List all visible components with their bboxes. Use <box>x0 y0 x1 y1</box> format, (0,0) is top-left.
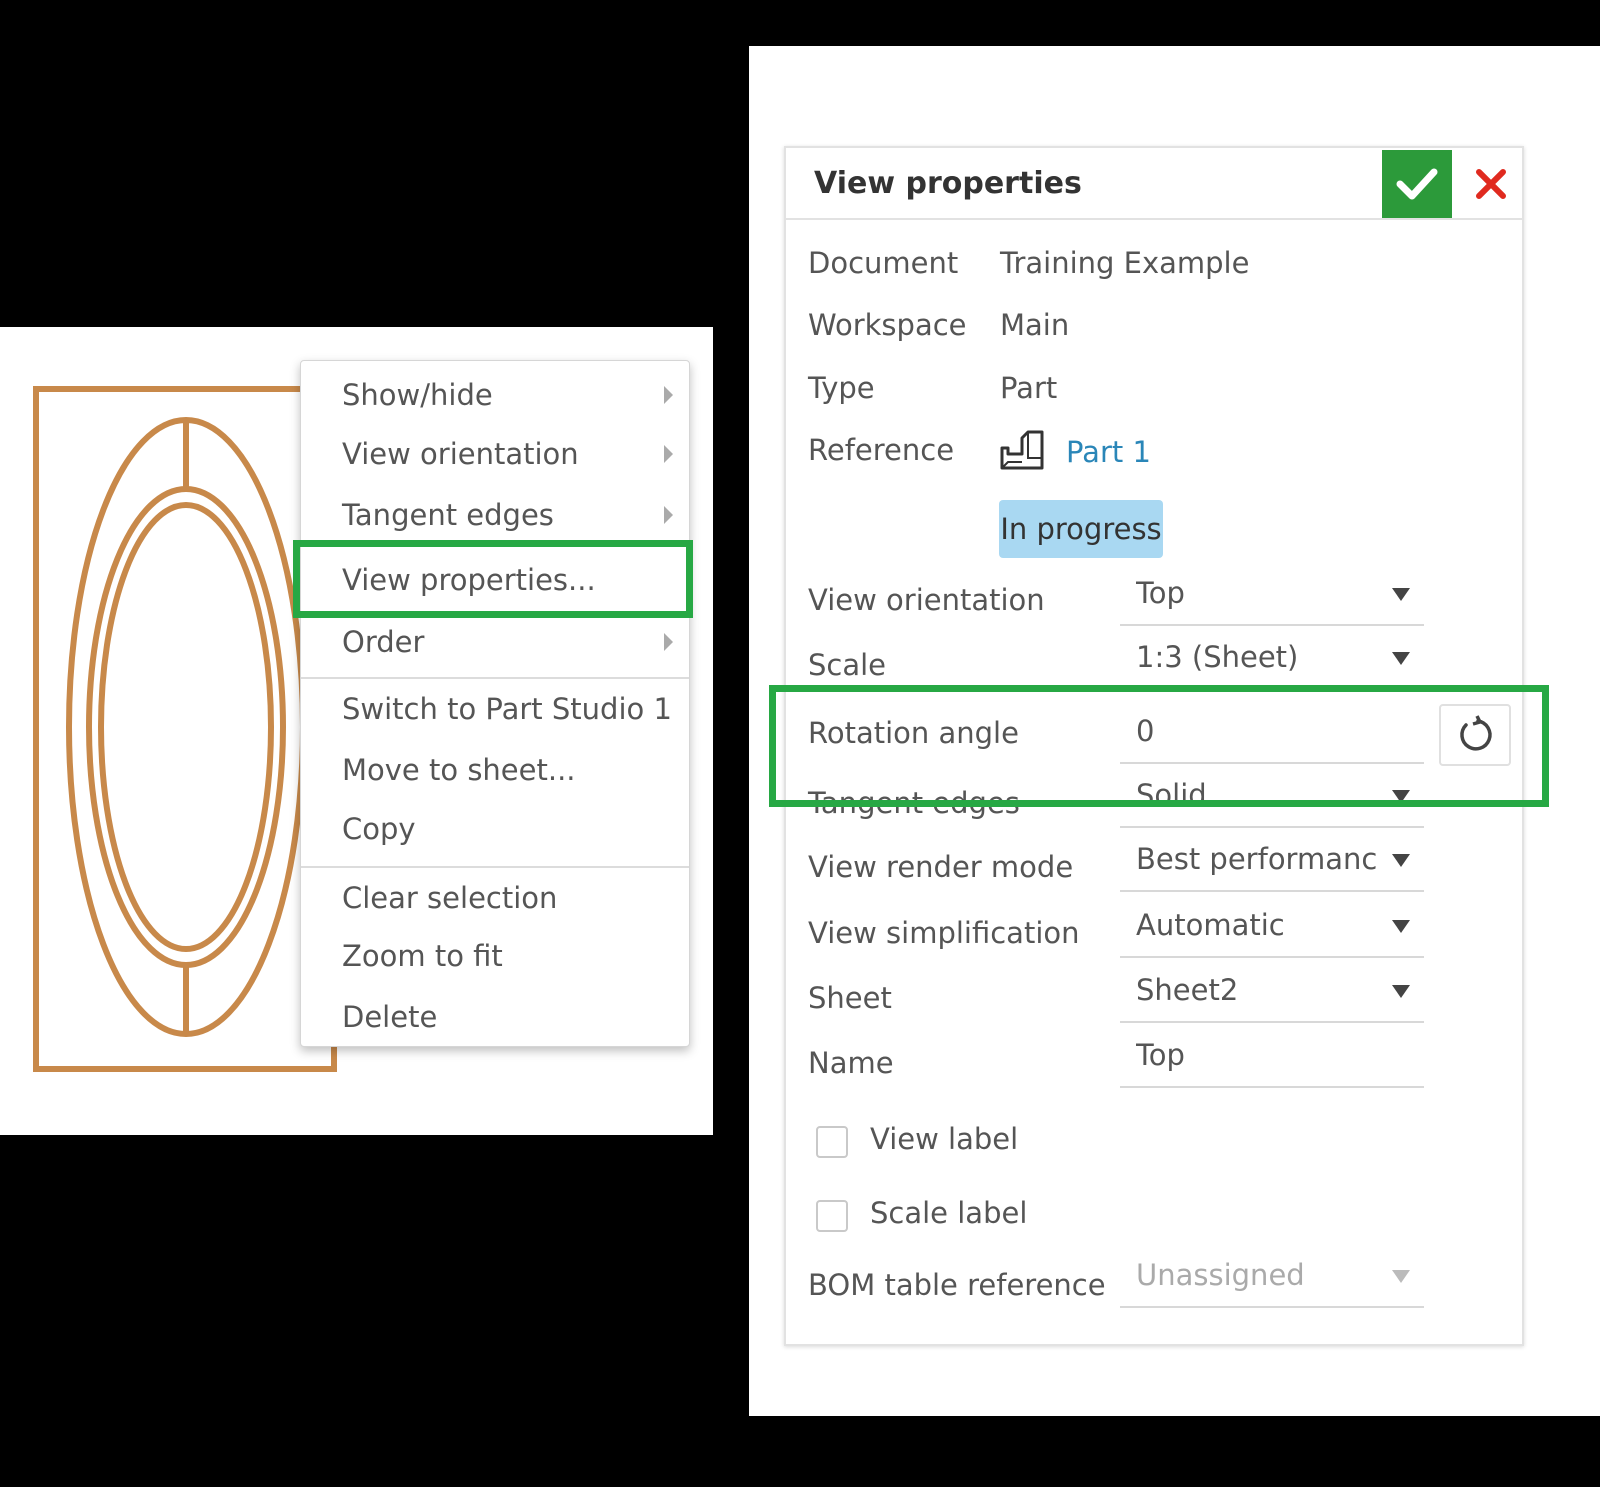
chevron-down-icon <box>1392 588 1410 601</box>
view-render-mode-value: Best performanc <box>1136 842 1376 876</box>
cancel-button[interactable] <box>1466 154 1516 214</box>
view-simplification-value: Automatic <box>1136 908 1285 942</box>
dialog-title: View properties <box>814 166 1082 201</box>
menu-item-zoom-to-fit[interactable]: Zoom to fit <box>301 928 689 984</box>
menu-item-label: Tangent edges <box>342 498 554 532</box>
confirm-button[interactable] <box>1382 150 1452 218</box>
status-badge: In progress <box>999 500 1163 558</box>
menu-item-label: Switch to Part Studio 1 <box>342 692 672 726</box>
scale-label: Scale <box>808 648 887 682</box>
bom-table-reference-dropdown[interactable]: Unassigned <box>1120 1248 1424 1308</box>
sheet-value: Sheet2 <box>1136 973 1239 1007</box>
chevron-right-icon <box>664 633 673 651</box>
rotation-angle-highlight-box <box>769 685 1549 807</box>
menu-item-label: Show/hide <box>342 378 493 412</box>
menu-item-label: View orientation <box>342 437 579 471</box>
chevron-down-icon <box>1392 1270 1410 1283</box>
menu-item-switch-to-part-studio[interactable]: Switch to Part Studio 1 <box>301 681 689 737</box>
menu-item-label: Zoom to fit <box>342 939 503 973</box>
menu-divider <box>301 866 689 868</box>
menu-item-move-to-sheet[interactable]: Move to sheet... <box>301 742 689 798</box>
view-orientation-dropdown[interactable]: Top <box>1120 566 1424 626</box>
dialog-header: View properties <box>786 148 1522 220</box>
close-icon <box>1476 169 1506 199</box>
view-render-mode-label: View render mode <box>808 850 1074 884</box>
document-label: Document <box>808 246 959 280</box>
menu-item-copy[interactable]: Copy <box>301 801 689 857</box>
chevron-down-icon <box>1392 985 1410 998</box>
reference-part-link[interactable]: Part 1 <box>1066 435 1151 469</box>
outer-profile <box>66 417 306 1037</box>
sheet-label: Sheet <box>808 981 892 1015</box>
chevron-right-icon <box>664 445 673 463</box>
menu-item-view-orientation[interactable]: View orientation <box>301 426 689 482</box>
reference-label: Reference <box>808 433 955 467</box>
inner-profile-inner <box>98 502 274 952</box>
document-value: Training Example <box>1000 246 1250 280</box>
menu-item-show-hide[interactable]: Show/hide <box>301 367 689 423</box>
check-icon <box>1396 168 1438 200</box>
name-label: Name <box>808 1046 894 1080</box>
menu-item-label: Copy <box>342 812 416 846</box>
scale-label-checkbox-label: Scale label <box>870 1196 1028 1230</box>
view-label-checkbox-label: View label <box>870 1122 1019 1156</box>
view-orientation-value: Top <box>1136 576 1185 610</box>
scale-label-checkbox[interactable] <box>816 1200 848 1232</box>
view-properties-highlight-box <box>293 540 693 618</box>
part-icon <box>1000 430 1044 470</box>
menu-item-label: Order <box>342 625 425 659</box>
menu-item-clear-selection[interactable]: Clear selection <box>301 870 689 926</box>
menu-item-order[interactable]: Order <box>301 614 689 670</box>
view-simplification-label: View simplification <box>808 916 1080 950</box>
chevron-down-icon <box>1392 652 1410 665</box>
view-orientation-label: View orientation <box>808 583 1045 617</box>
chevron-down-icon <box>1392 920 1410 933</box>
chevron-right-icon <box>664 386 673 404</box>
menu-item-tangent-edges[interactable]: Tangent edges <box>301 487 689 543</box>
menu-item-label: Move to sheet... <box>342 753 576 787</box>
chevron-right-icon <box>664 506 673 524</box>
view-simplification-dropdown[interactable]: Automatic <box>1120 898 1424 958</box>
type-label: Type <box>808 371 875 405</box>
view-render-mode-dropdown[interactable]: Best performanc <box>1120 832 1424 892</box>
context-menu: Show/hide View orientation Tangent edges… <box>300 360 690 1047</box>
name-input[interactable]: Top <box>1120 1028 1424 1088</box>
chevron-down-icon <box>1392 854 1410 867</box>
inner-profile-outer <box>86 486 286 968</box>
scale-dropdown[interactable]: 1:3 (Sheet) <box>1120 630 1424 690</box>
menu-divider <box>301 677 689 679</box>
bom-table-reference-value: Unassigned <box>1136 1258 1305 1292</box>
workspace-label: Workspace <box>808 308 967 342</box>
type-value: Part <box>1000 371 1058 405</box>
scale-value: 1:3 (Sheet) <box>1136 640 1299 674</box>
name-value: Top <box>1136 1038 1185 1072</box>
menu-item-delete[interactable]: Delete <box>301 989 689 1045</box>
menu-item-label: Delete <box>342 1000 438 1034</box>
workspace-value: Main <box>1000 308 1070 342</box>
view-label-checkbox[interactable] <box>816 1126 848 1158</box>
menu-item-label: Clear selection <box>342 881 558 915</box>
sheet-dropdown[interactable]: Sheet2 <box>1120 963 1424 1023</box>
bom-table-reference-label: BOM table reference <box>808 1268 1106 1302</box>
